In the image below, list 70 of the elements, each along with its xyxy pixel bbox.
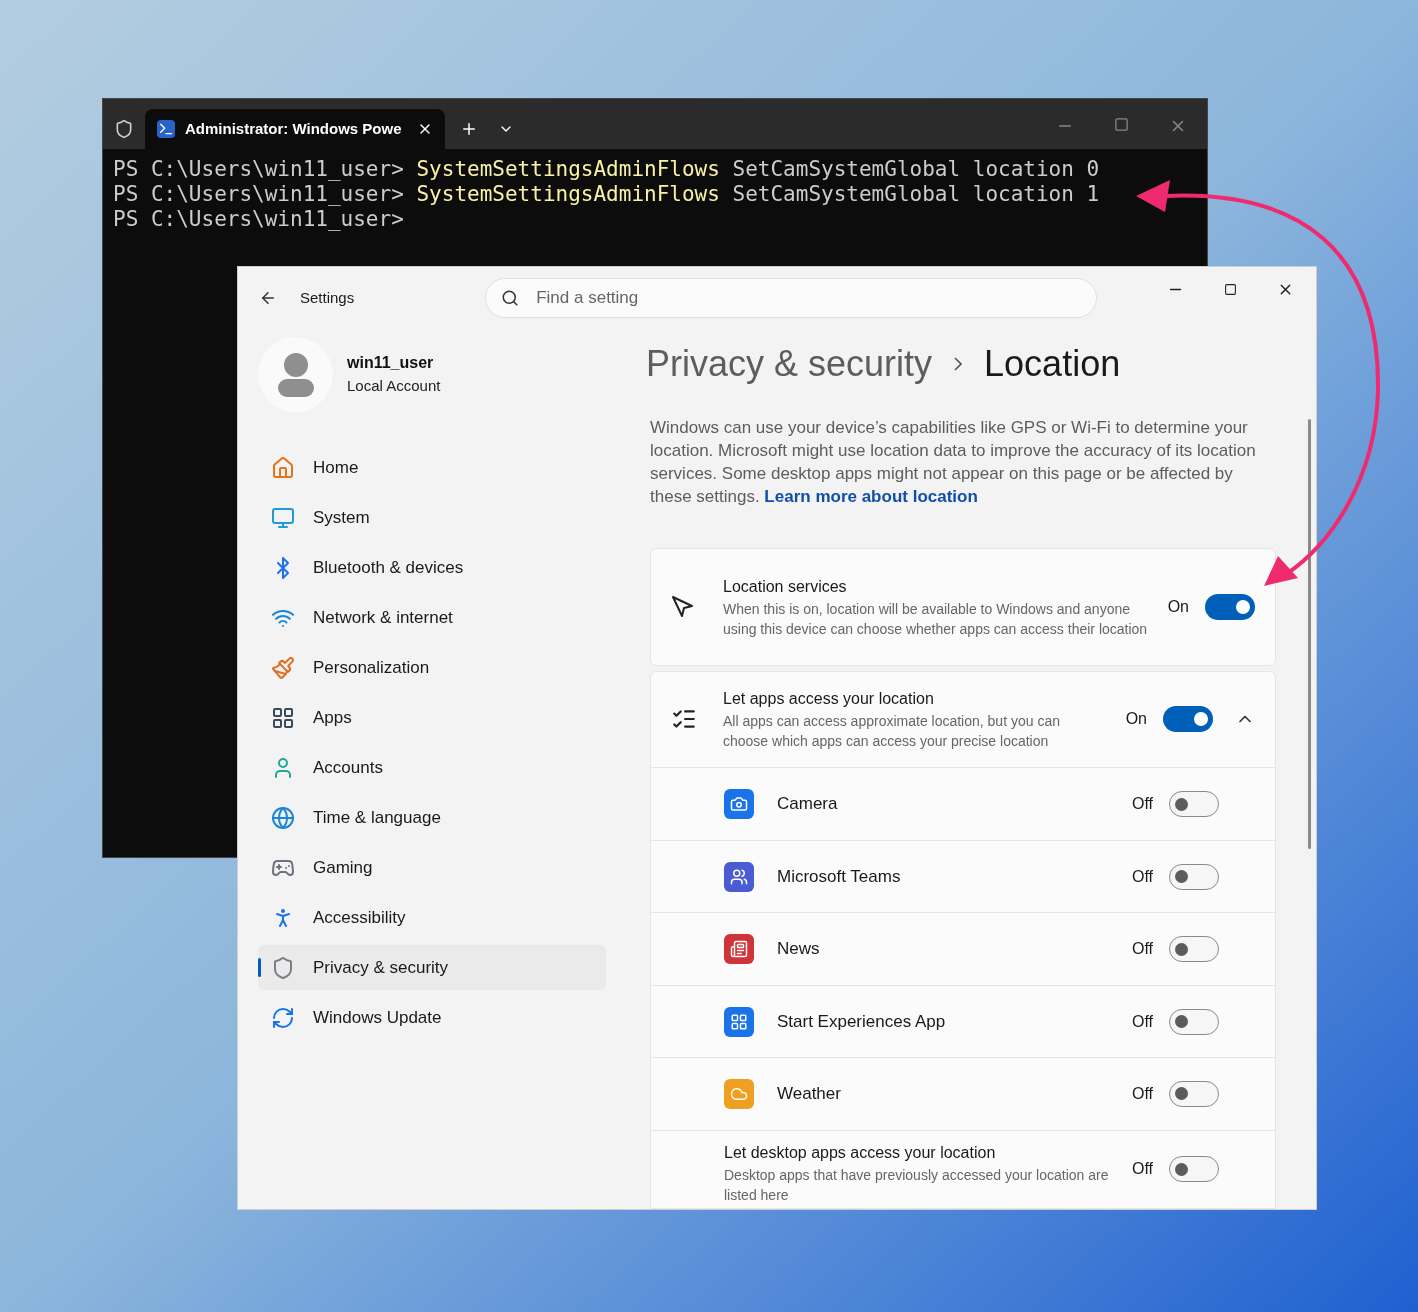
- toggle-switch[interactable]: [1169, 1156, 1219, 1183]
- toggle-switch[interactable]: [1205, 593, 1255, 620]
- state-label: Off: [1131, 794, 1153, 815]
- page-title: Location: [984, 342, 1121, 386]
- description: Windows can use your device’s capabilities like GPS or Wi-Fi to determine your location. Microsoft might use location data to improve the accuracy of its location services. Some desktop apps might not appear on this page or be affected by these settings. Learn more about location: [649, 417, 1257, 508]
- nav-item[interactable]: Bluetooth & devices: [258, 545, 606, 590]
- state-label: Off: [1131, 1083, 1153, 1104]
- search-icon: [501, 289, 520, 307]
- nav-item[interactable]: Gaming: [258, 845, 606, 890]
- apps-grid-icon: [271, 705, 295, 730]
- shield-icon: [114, 119, 134, 139]
- back-icon[interactable]: [259, 289, 277, 307]
- state-label: Off: [1131, 939, 1153, 960]
- console-line: PS C:\Users\win11_user>: [113, 207, 405, 232]
- app-tiles-icon: [724, 1006, 754, 1037]
- setting-title: Let apps access your location: [723, 689, 935, 710]
- console-line: PS C:\Users\win11_user> SystemSettingsAdminFlows SetCamSystemGlobal location 1: [113, 182, 1101, 207]
- state-label: Off: [1131, 866, 1153, 887]
- app-name: Microsoft Teams: [777, 865, 902, 888]
- nav-item[interactable]: Time & language: [258, 795, 606, 840]
- camera-icon: [724, 789, 754, 820]
- nav-item[interactable]: Privacy & security: [258, 945, 606, 990]
- toggle-switch[interactable]: [1169, 1080, 1219, 1107]
- nav-item[interactable]: Accessibility: [258, 895, 606, 940]
- state-label: On: [1125, 709, 1147, 730]
- app-title: Settings: [300, 287, 355, 308]
- location-arrow-icon: [671, 594, 695, 619]
- nav-item[interactable]: Apps: [258, 695, 606, 740]
- toggle-switch[interactable]: [1169, 863, 1219, 890]
- toggle-switch[interactable]: [1169, 791, 1219, 818]
- state-label: Off: [1131, 1011, 1153, 1032]
- toggle-switch[interactable]: [1169, 1008, 1219, 1035]
- shield-icon: [271, 955, 295, 980]
- breadcrumb-parent[interactable]: Privacy & security: [646, 337, 933, 391]
- app-name: Start Experiences App: [777, 1010, 947, 1033]
- nav-item[interactable]: Personalization: [258, 645, 606, 690]
- state-label: On: [1167, 596, 1189, 617]
- setting-description: All apps can access approximate location, but you can choose which apps can access your precise location: [723, 712, 1061, 752]
- state-label: Off: [1131, 1159, 1153, 1180]
- home-icon: [271, 455, 295, 480]
- app-name: Camera: [777, 793, 839, 816]
- maximize-icon[interactable]: [1224, 282, 1237, 296]
- app-name: News: [777, 938, 821, 961]
- toggle-switch[interactable]: [1163, 706, 1213, 733]
- setting-description: Desktop apps that have previously accessed your location are listed here: [724, 1166, 1110, 1206]
- app-name: Weather: [777, 1083, 842, 1106]
- setting-title: Let desktop apps access your location: [724, 1143, 997, 1164]
- account-type: Local Account: [347, 376, 441, 397]
- powershell-icon: [157, 120, 175, 138]
- setting-title: Location services: [723, 576, 848, 597]
- news-icon: [724, 934, 754, 965]
- nav-item[interactable]: Accounts: [258, 745, 606, 790]
- setting-description: When this is on, location will be available to Windows and anyone using this device can choose whether apps can access their location: [723, 599, 1148, 639]
- nav-item[interactable]: System: [258, 495, 606, 540]
- learn-more-link[interactable]: Learn more about location: [764, 487, 978, 506]
- monitor-icon: [271, 505, 295, 530]
- user-name: win11_user: [347, 353, 435, 374]
- chevron-right-icon: [954, 357, 963, 371]
- new-tab-icon[interactable]: [460, 120, 478, 138]
- nav-item[interactable]: Network & internet: [258, 595, 606, 640]
- weather-icon: [724, 1078, 754, 1109]
- nav-item[interactable]: Windows Update: [258, 995, 606, 1040]
- search-field[interactable]: Find a setting: [485, 278, 1098, 318]
- terminal-tab[interactable]: Administrator: Windows Powe: [145, 109, 445, 149]
- tab-title: Administrator: Windows Powe: [185, 118, 402, 139]
- update-icon: [271, 1005, 295, 1030]
- nav-item[interactable]: Home: [258, 445, 606, 490]
- toggle-switch[interactable]: [1169, 936, 1219, 963]
- console-line: PS C:\Users\win11_user> SystemSettingsAdminFlows SetCamSystemGlobal location 0: [113, 157, 1101, 182]
- paintbrush-icon: [271, 655, 295, 680]
